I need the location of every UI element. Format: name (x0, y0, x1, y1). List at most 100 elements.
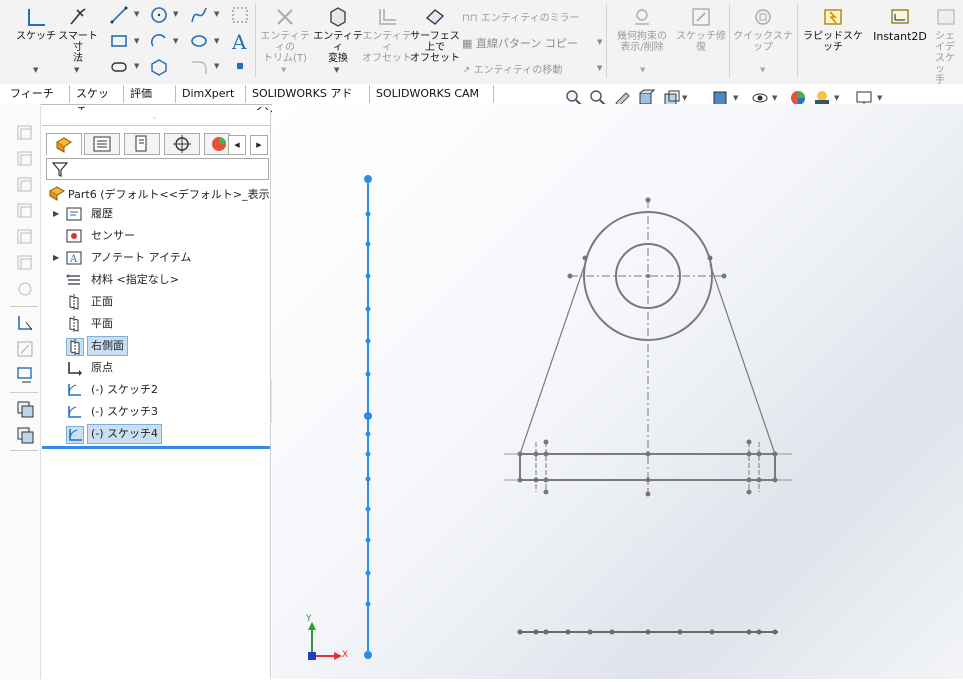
tab-dimxpert-manager[interactable] (164, 133, 200, 155)
repair-sketch-icon (692, 8, 710, 26)
ribbon-separator (797, 4, 798, 78)
display-style-dropdown-icon[interactable]: ▼ (733, 94, 738, 102)
arc-icon[interactable] (150, 32, 168, 50)
rectangle-dropdown-icon[interactable]: ▼ (134, 37, 139, 45)
rollback-bar[interactable] (42, 446, 270, 449)
trim-dropdown-icon[interactable]: ▼ (281, 66, 286, 74)
offset-on-surface-button[interactable]: サーフェス 上で オフセット (410, 6, 460, 64)
construction-geometry-icon[interactable] (231, 6, 249, 24)
part-name: Part6 (デフォルト<<デフォルト>_表示状態 1> (68, 188, 270, 201)
convert-dropdown-icon[interactable]: ▼ (334, 66, 339, 74)
tab-configuration-manager[interactable] (124, 133, 160, 155)
tree-root-part[interactable]: Part6 (デフォルト<<デフォルト>_表示状態 1> (48, 184, 270, 202)
ellipse-dropdown-icon[interactable]: ▼ (214, 37, 219, 45)
line-dropdown-icon[interactable]: ▼ (134, 10, 139, 18)
fillet-dropdown-icon[interactable]: ▼ (214, 62, 219, 70)
tab-property-manager[interactable] (84, 133, 120, 155)
polygon-icon[interactable] (150, 58, 168, 76)
convert-label-2: 変換 (328, 53, 348, 64)
move-dropdown-icon[interactable]: ▼ (597, 64, 602, 72)
trim-entities-button[interactable]: エンティティの トリム(T) (258, 6, 312, 64)
instant2d-label: Instant2D (873, 30, 927, 43)
configuration-manager-icon (135, 135, 147, 152)
spline-dropdown-icon[interactable]: ▼ (214, 10, 219, 18)
scene-dropdown-icon[interactable]: ▼ (834, 94, 839, 102)
circle-icon[interactable] (150, 6, 168, 24)
smart-dimension-dropdown-icon[interactable]: ▼ (74, 66, 79, 74)
relations-dropdown-icon[interactable]: ▼ (640, 66, 645, 74)
rapid-sketch-label: ラピッドスケッチ (803, 31, 863, 53)
surface-offset-label-3: オフセット (410, 53, 460, 64)
filter-planes-icon[interactable] (16, 280, 34, 298)
tab-feature-tree[interactable] (46, 133, 82, 155)
tab-display-manager[interactable] (204, 133, 230, 155)
sketch-icon (28, 9, 45, 26)
relations-icon (635, 9, 649, 25)
tree-item-label: センサー (91, 229, 135, 242)
arc-dropdown-icon[interactable]: ▼ (173, 37, 178, 45)
copy-entities-icon[interactable] (16, 400, 34, 418)
text-tool-icon[interactable]: A (232, 30, 246, 54)
filter-axes-icon[interactable] (16, 254, 34, 272)
view-orientation-dropdown-icon[interactable]: ▼ (682, 94, 687, 102)
sketch-filter-icon[interactable] (16, 314, 34, 332)
tab-evaluate[interactable]: 評価 (124, 85, 176, 103)
point-icon[interactable] (237, 63, 243, 69)
tab-scroll-right-button[interactable]: ▶ (250, 135, 268, 155)
tree-expand-icon[interactable]: ▶ (53, 209, 59, 218)
linear-pattern-button[interactable]: ▦ 直線パターン コピー (462, 35, 578, 51)
slot-icon[interactable] (110, 58, 128, 76)
ribbon-separator (606, 4, 607, 78)
graphics-area[interactable]: Y X (272, 104, 963, 679)
shaded-sketch-contours-button[interactable]: シェイデ スケッ 手 (935, 6, 963, 86)
move-entities-button[interactable]: ↗ エンティティの移動 (462, 61, 562, 76)
view-settings-dropdown-icon[interactable]: ▼ (877, 94, 882, 102)
circle-dropdown-icon[interactable]: ▼ (173, 10, 178, 18)
tab-sketch[interactable]: スケッチ (70, 85, 124, 118)
tab-solidworks-addins[interactable]: SOLIDWORKS アドイン (246, 85, 370, 118)
hide-show-dropdown-icon[interactable]: ▼ (772, 94, 777, 102)
sketch-button[interactable]: スケッチ (14, 6, 58, 42)
tree-item-label: (-) スケッチ2 (91, 383, 159, 396)
mirror-entities-button[interactable]: ⊓⊓ エンティティのミラー (462, 9, 580, 24)
convert-entities-button[interactable]: エンティティ 変換 (312, 6, 364, 64)
instant2d-button[interactable]: Instant2D (868, 6, 932, 42)
convert-icon (330, 7, 346, 27)
slot-dropdown-icon[interactable]: ▼ (134, 62, 139, 70)
filter-faces-icon[interactable] (16, 176, 34, 194)
quick-snaps-button[interactable]: クイックスナップ (732, 6, 794, 53)
paste-entities-icon[interactable] (16, 426, 34, 444)
repair-label-2: 復 (696, 42, 706, 53)
tab-dimxpert[interactable]: DimXpert (176, 85, 246, 103)
spline-icon[interactable] (190, 6, 208, 24)
sketch-dropdown-icon[interactable]: ▼ (33, 66, 38, 74)
sketch-tools-icon[interactable] (16, 340, 34, 358)
ellipse-icon[interactable] (190, 32, 208, 50)
tab-solidworks-cam[interactable]: SOLIDWORKS CAM (370, 85, 494, 103)
repair-sketch-button[interactable]: スケッチ修 復 (676, 6, 726, 53)
tree-expand-icon[interactable]: ▶ (53, 253, 59, 262)
smart-dimension-button[interactable]: スマート寸 法 (56, 6, 100, 64)
offset-label-1: エンティティ (362, 31, 412, 53)
display-relations-button[interactable]: 幾何拘束の 表示/削除 (610, 6, 674, 53)
panel-splitter-handle[interactable]: ◦ (152, 114, 157, 123)
mirror-icon: ⊓⊓ (462, 13, 481, 24)
tree-filter-field[interactable] (46, 158, 269, 180)
sketch-icon (66, 404, 82, 420)
move-sketch-icon[interactable] (16, 366, 34, 384)
quick-snap-dropdown-icon[interactable]: ▼ (760, 66, 765, 74)
fillet-icon[interactable] (190, 58, 208, 76)
filter-surfaces-icon[interactable] (16, 202, 34, 220)
linear-pattern-dropdown-icon[interactable]: ▼ (597, 38, 602, 46)
shaded-sketch-icon (937, 9, 955, 25)
filter-vertices-icon[interactable] (16, 124, 34, 142)
rectangle-icon[interactable] (110, 32, 128, 50)
rapid-sketch-button[interactable]: ラピッドスケッチ (800, 6, 866, 53)
tab-features[interactable]: フィーチャー (4, 85, 70, 118)
tab-scroll-left-button[interactable]: ◀ (228, 135, 246, 155)
filter-solids-icon[interactable] (16, 228, 34, 246)
line-icon[interactable] (110, 6, 128, 24)
offset-entities-button[interactable]: エンティティ オフセット (362, 6, 412, 64)
sketch-label: スケッチ (16, 31, 56, 42)
filter-edges-icon[interactable] (16, 150, 34, 168)
